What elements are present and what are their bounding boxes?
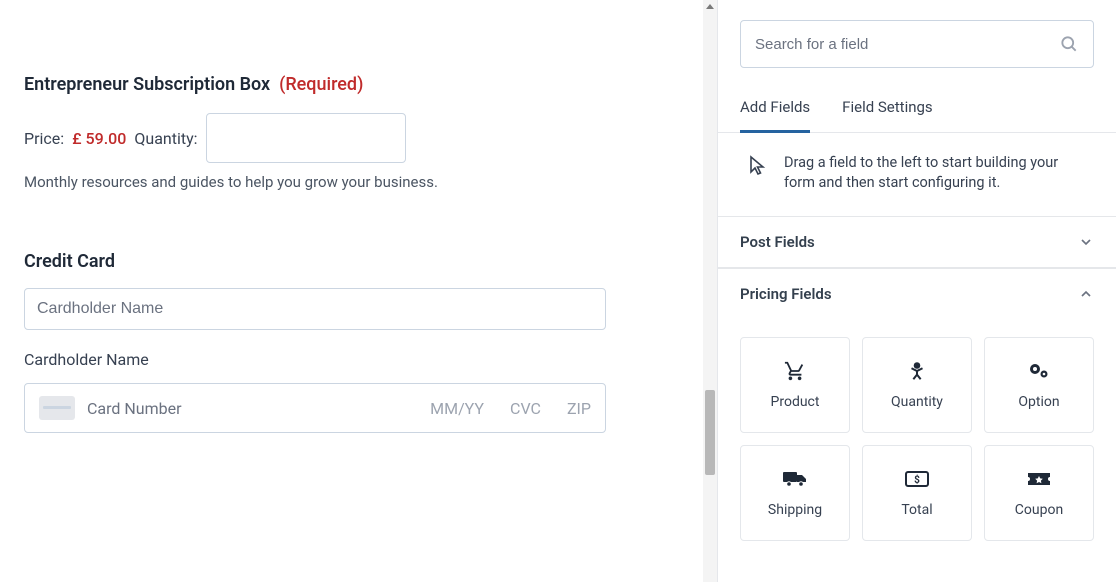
person-icon	[906, 360, 928, 382]
field-card-coupon[interactable]: Coupon	[984, 445, 1094, 541]
field-card-product[interactable]: Product	[740, 337, 850, 433]
tab-add-fields[interactable]: Add Fields	[740, 86, 810, 133]
cursor-icon	[748, 155, 766, 175]
field-card-option[interactable]: Option	[984, 337, 1094, 433]
sidebar-panel: Add Fields Field Settings Drag a field t…	[718, 0, 1116, 582]
field-card-label: Product	[771, 394, 820, 410]
search-input[interactable]	[755, 36, 1059, 53]
product-field-block: Entrepreneur Subscription Box (Required)…	[24, 74, 693, 191]
required-label: (Required)	[279, 74, 363, 95]
card-cvc-placeholder: CVC	[510, 399, 541, 418]
price-label: Price:	[24, 129, 64, 148]
search-box[interactable]	[740, 20, 1094, 68]
credit-card-icon	[39, 396, 75, 420]
field-card-label: Coupon	[1015, 502, 1063, 518]
card-expiry-placeholder: MM/YY	[430, 399, 484, 418]
sidebar-tabs: Add Fields Field Settings	[718, 86, 1116, 133]
field-card-label: Option	[1018, 394, 1059, 410]
chevron-up-icon	[1078, 286, 1094, 302]
truck-icon	[782, 468, 808, 490]
scrollbar-thumb[interactable]	[705, 390, 715, 475]
field-card-label: Quantity	[891, 394, 943, 410]
field-card-label: Total	[901, 502, 932, 518]
form-preview-panel: Entrepreneur Subscription Box (Required)…	[0, 0, 718, 582]
price-quantity-row: Price: £ 59.00 Quantity:	[24, 113, 693, 163]
section-pricing-fields-label: Pricing Fields	[740, 285, 832, 303]
money-icon: $	[904, 468, 930, 490]
drag-hint: Drag a field to the left to start buildi…	[718, 133, 1116, 216]
quantity-label: Quantity:	[134, 129, 197, 148]
drag-hint-text: Drag a field to the left to start buildi…	[784, 153, 1086, 194]
card-number-input[interactable]: Card Number MM/YY CVC ZIP	[24, 383, 606, 433]
svg-text:$: $	[914, 473, 920, 486]
section-post-fields-label: Post Fields	[740, 233, 815, 251]
card-number-placeholder: Card Number	[87, 399, 404, 418]
search-field-wrap	[718, 20, 1116, 86]
card-zip-placeholder: ZIP	[567, 399, 591, 418]
field-card-shipping[interactable]: Shipping	[740, 445, 850, 541]
product-field-title: Entrepreneur Subscription Box (Required)	[24, 74, 693, 95]
product-description: Monthly resources and guides to help you…	[24, 173, 693, 191]
chevron-down-icon	[1078, 234, 1094, 250]
field-card-total[interactable]: $ Total	[862, 445, 972, 541]
cardholder-name-input[interactable]	[24, 288, 606, 330]
quantity-input[interactable]	[206, 113, 406, 163]
product-title-text: Entrepreneur Subscription Box	[24, 74, 270, 95]
credit-card-title: Credit Card	[24, 251, 606, 272]
cart-icon	[784, 360, 806, 382]
section-pricing-fields[interactable]: Pricing Fields	[718, 268, 1116, 319]
cardholder-name-sublabel: Cardholder Name	[24, 350, 606, 369]
section-post-fields[interactable]: Post Fields	[718, 216, 1116, 268]
scrollbar[interactable]	[703, 0, 717, 582]
pricing-fields-grid: Product Quantity Option Shipping $ Total	[718, 319, 1116, 559]
scroll-up-arrow[interactable]	[706, 4, 714, 9]
ticket-icon	[1026, 468, 1052, 490]
price-value: £ 59.00	[72, 129, 126, 148]
field-card-label: Shipping	[768, 502, 822, 518]
gears-icon	[1027, 360, 1051, 382]
credit-card-block: Credit Card Cardholder Name Card Number …	[24, 251, 606, 433]
tab-field-settings[interactable]: Field Settings	[842, 86, 933, 132]
search-icon	[1059, 34, 1079, 54]
field-card-quantity[interactable]: Quantity	[862, 337, 972, 433]
